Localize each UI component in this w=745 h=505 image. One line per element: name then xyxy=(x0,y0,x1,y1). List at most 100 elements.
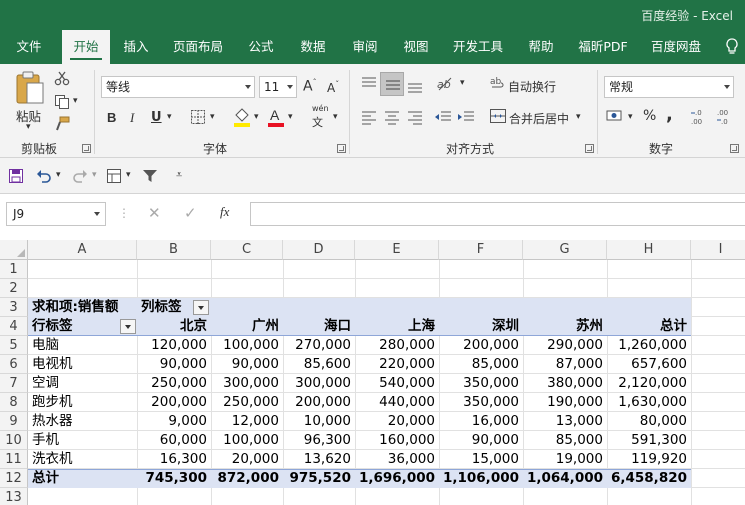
pivot-cell[interactable]: 15,000 xyxy=(439,450,523,469)
column-header-a[interactable]: A xyxy=(28,240,137,260)
pivot-cell[interactable]: 13,620 xyxy=(283,450,355,469)
tab-view[interactable]: 视图 xyxy=(396,30,436,64)
align-right-icon[interactable] xyxy=(406,109,424,125)
pivot-cell[interactable]: 85,600 xyxy=(283,355,355,374)
undo-dropdown-icon[interactable]: ▾ xyxy=(56,170,61,180)
pivot-cell[interactable]: 290,000 xyxy=(523,336,607,355)
pivot-col-header[interactable]: 苏州 xyxy=(523,317,607,336)
pivot-cell[interactable]: 16,300 xyxy=(137,450,211,469)
tab-foxit-pdf[interactable]: 福昕PDF xyxy=(572,30,634,64)
pivot-cell[interactable]: 657,600 xyxy=(607,355,691,374)
cancel-icon[interactable]: ✕ xyxy=(148,204,161,222)
row-header-5[interactable]: 5 xyxy=(0,336,28,355)
font-color-dropdown-icon[interactable]: ▾ xyxy=(288,112,293,122)
align-top-icon[interactable] xyxy=(360,76,378,92)
pivot-cell[interactable]: 591,300 xyxy=(607,431,691,450)
currency-icon[interactable] xyxy=(606,108,626,124)
formula-input[interactable] xyxy=(250,202,745,226)
select-all-corner[interactable] xyxy=(0,240,28,260)
pivot-cell[interactable]: 119,920 xyxy=(607,450,691,469)
number-format-box[interactable]: 常规 xyxy=(604,76,734,98)
tab-help[interactable]: 帮助 xyxy=(520,30,562,64)
tab-home[interactable]: 开始 xyxy=(62,30,110,64)
pivot-cell[interactable]: 270,000 xyxy=(283,336,355,355)
row-header-8[interactable]: 8 xyxy=(0,393,28,412)
insert-function-icon[interactable]: fx xyxy=(220,204,229,220)
pivot-col-header[interactable]: 深圳 xyxy=(439,317,523,336)
pivot-cell[interactable]: 350,000 xyxy=(439,393,523,412)
pivot-total-cell[interactable]: 975,520 xyxy=(283,469,355,488)
lightbulb-icon[interactable] xyxy=(725,38,739,56)
save-icon[interactable] xyxy=(8,168,24,184)
redo-dropdown-icon[interactable]: ▾ xyxy=(92,170,97,180)
more-options-icon[interactable]: ⋮ xyxy=(118,206,130,220)
row-header-11[interactable]: 11 xyxy=(0,450,28,469)
pivot-cell[interactable]: 20,000 xyxy=(355,412,439,431)
row-header-7[interactable]: 7 xyxy=(0,374,28,393)
customize-qat-icon[interactable]: ⩡ xyxy=(176,168,182,182)
underline-button[interactable]: U xyxy=(151,110,162,125)
row-header-10[interactable]: 10 xyxy=(0,431,28,450)
pivot-cell[interactable]: 200,000 xyxy=(439,336,523,355)
copy-dropdown-icon[interactable]: ▾ xyxy=(73,96,78,106)
pivot-row-label[interactable]: 行标签 xyxy=(32,317,73,336)
pivot-cell[interactable]: 250,000 xyxy=(211,393,283,412)
font-name-box[interactable]: 等线 xyxy=(101,76,255,98)
underline-dropdown-icon[interactable]: ▾ xyxy=(167,112,172,122)
pivot-cell[interactable]: 200,000 xyxy=(137,393,211,412)
pivot-cell[interactable]: 440,000 xyxy=(355,393,439,412)
alignment-launcher-icon[interactable] xyxy=(585,144,594,153)
pivot-cell[interactable]: 12,000 xyxy=(211,412,283,431)
paste-icon[interactable] xyxy=(14,70,46,106)
column-header-d[interactable]: D xyxy=(283,240,355,260)
pivot-cell[interactable]: 1,630,000 xyxy=(607,393,691,412)
column-header-f[interactable]: F xyxy=(439,240,523,260)
pivot-column-label[interactable]: 列标签 xyxy=(141,298,182,317)
pivot-cell[interactable]: 90,000 xyxy=(137,355,211,374)
row-filter-button[interactable] xyxy=(120,319,136,334)
align-bottom-icon[interactable] xyxy=(406,78,424,94)
percent-button[interactable]: % xyxy=(643,108,656,124)
column-header-h[interactable]: H xyxy=(607,240,691,260)
number-launcher-icon[interactable] xyxy=(730,144,739,153)
bold-button[interactable]: B xyxy=(107,110,116,125)
row-header-1[interactable]: 1 xyxy=(0,260,28,279)
pivot-cell[interactable]: 200,000 xyxy=(283,393,355,412)
wrap-text-label[interactable]: 自动换行 xyxy=(508,78,556,95)
merge-center-label[interactable]: 合并后居中 xyxy=(509,110,569,127)
font-color-icon[interactable]: A xyxy=(266,106,286,128)
form-dropdown-icon[interactable]: ▾ xyxy=(126,170,131,180)
pivot-col-header[interactable]: 北京 xyxy=(137,317,211,336)
wrap-text-icon[interactable]: ab xyxy=(490,75,506,91)
pivot-row-label-cell[interactable]: 跑步机 xyxy=(32,393,73,412)
font-launcher-icon[interactable] xyxy=(337,144,346,153)
filter-icon[interactable] xyxy=(142,168,158,184)
name-box[interactable]: J9 xyxy=(6,202,106,226)
decrease-decimal-icon[interactable]: .00.0 xyxy=(716,108,736,126)
increase-decimal-icon[interactable]: .0.00 xyxy=(690,108,710,126)
merge-dropdown-icon[interactable]: ▾ xyxy=(576,112,581,122)
column-header-b[interactable]: B xyxy=(137,240,211,260)
pivot-cell[interactable]: 160,000 xyxy=(355,431,439,450)
row-header-2[interactable]: 2 xyxy=(0,279,28,298)
fill-color-dropdown-icon[interactable]: ▾ xyxy=(254,112,259,122)
pivot-cell[interactable]: 90,000 xyxy=(211,355,283,374)
pivot-row-label-cell[interactable]: 空调 xyxy=(32,374,59,393)
tab-insert[interactable]: 插入 xyxy=(116,30,156,64)
italic-button[interactable]: I xyxy=(130,110,134,126)
pivot-value-label[interactable]: 求和项:销售额 xyxy=(32,298,118,317)
tab-file[interactable]: 文件 xyxy=(6,30,52,64)
increase-indent-icon[interactable] xyxy=(457,109,475,125)
merge-center-icon[interactable] xyxy=(489,108,507,124)
tab-baidu-netdisk[interactable]: 百度网盘 xyxy=(644,30,708,64)
decrease-font-icon[interactable]: Aˇ xyxy=(327,80,339,95)
pivot-col-header[interactable]: 总计 xyxy=(607,317,691,336)
enter-icon[interactable]: ✓ xyxy=(184,204,197,222)
pivot-col-header[interactable]: 广州 xyxy=(211,317,283,336)
form-icon[interactable] xyxy=(106,168,122,184)
currency-dropdown-icon[interactable]: ▾ xyxy=(628,112,633,122)
pivot-row-label-cell[interactable]: 热水器 xyxy=(32,412,73,431)
pivot-cell[interactable]: 16,000 xyxy=(439,412,523,431)
pivot-cell[interactable]: 1,260,000 xyxy=(607,336,691,355)
copy-icon[interactable] xyxy=(54,94,70,110)
